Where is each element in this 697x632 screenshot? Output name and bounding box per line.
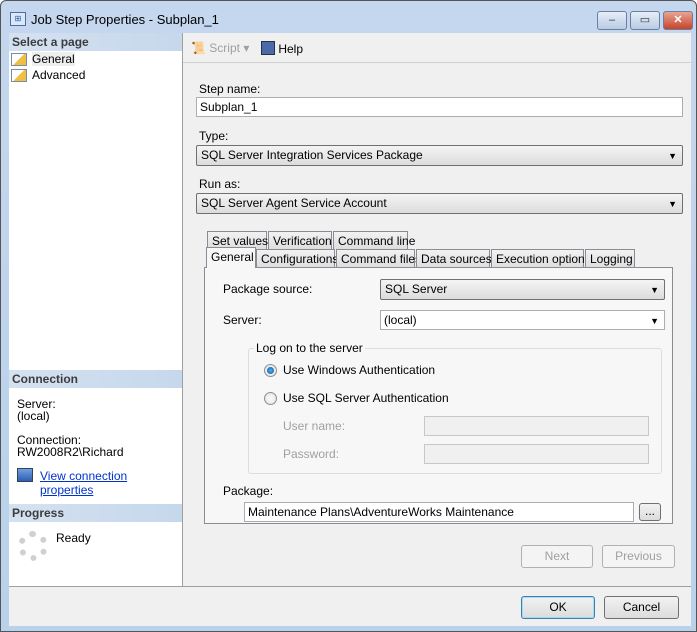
sql-auth-radio[interactable] — [264, 392, 277, 405]
chevron-down-icon: ▼ — [650, 285, 659, 295]
tab-execution-options[interactable]: Execution options — [491, 249, 591, 267]
app-icon: ⊞ — [10, 12, 26, 26]
progress-header: Progress — [9, 504, 182, 522]
script-label: Script — [209, 41, 240, 55]
sidebar: Select a page General Advanced Connectio… — [9, 33, 183, 586]
page-general[interactable]: General — [11, 51, 75, 67]
username-input[interactable] — [424, 416, 649, 436]
next-button[interactable]: Next — [521, 545, 593, 568]
tab-configurations[interactable]: Configurations — [256, 249, 338, 267]
tab-verification[interactable]: Verification — [268, 231, 332, 249]
sql-auth-label[interactable]: Use SQL Server Authentication — [283, 391, 449, 405]
progress-status: Ready — [56, 531, 91, 545]
window-title: Job Step Properties - Subplan_1 — [31, 12, 219, 27]
script-icon: 📜 — [191, 41, 206, 55]
server-combo[interactable]: (local) ▼ — [380, 310, 665, 330]
script-button[interactable]: 📜 Script ▾ — [191, 41, 249, 55]
tab-logging[interactable]: Logging — [585, 249, 635, 267]
ok-button[interactable]: OK — [521, 596, 595, 619]
tab-command-files[interactable]: Command files — [336, 249, 421, 267]
package-source-dropdown[interactable]: SQL Server ▼ — [380, 279, 665, 300]
select-page-header: Select a page — [9, 33, 182, 51]
type-dropdown[interactable]: SQL Server Integration Services Package ▼ — [196, 145, 683, 166]
windows-auth-radio[interactable] — [264, 364, 277, 377]
dialog-window: ⊞ Job Step Properties - Subplan_1 – ▭ ✕ … — [0, 0, 697, 632]
password-input[interactable] — [424, 444, 649, 464]
help-icon — [261, 41, 275, 55]
server-value: (local) — [384, 313, 417, 327]
chevron-down-icon: ▼ — [650, 316, 659, 326]
windows-auth-label[interactable]: Use Windows Authentication — [283, 363, 435, 377]
step-name-label: Step name: — [199, 82, 261, 96]
previous-button[interactable]: Previous — [602, 545, 675, 568]
help-label: Help — [278, 42, 304, 56]
close-button[interactable]: ✕ — [663, 11, 693, 30]
general-tab-panel: Package source: SQL Server ▼ Server: (loc… — [204, 267, 673, 524]
run-as-label: Run as: — [199, 177, 241, 191]
page-label: General — [32, 52, 75, 66]
chevron-down-icon: ▼ — [668, 199, 677, 209]
username-label: User name: — [283, 419, 346, 433]
logon-group: Log on to the server Use Windows Authent… — [248, 341, 662, 474]
package-source-value: SQL Server — [385, 282, 448, 296]
connection-header: Connection — [9, 370, 182, 388]
logon-group-title: Log on to the server — [254, 341, 365, 355]
package-input[interactable]: Maintenance Plans\AdventureWorks Mainten… — [244, 502, 634, 522]
view-connection-properties-link[interactable]: View connection properties — [40, 469, 182, 497]
help-button[interactable]: Help — [261, 41, 303, 56]
run-as-dropdown[interactable]: SQL Server Agent Service Account ▼ — [196, 193, 683, 214]
progress-spinner-icon — [18, 531, 48, 561]
step-name-input[interactable]: Subplan_1 — [196, 97, 683, 117]
package-label: Package: — [223, 484, 274, 498]
connection-value: RW2008R2\Richard — [17, 445, 124, 459]
chevron-down-icon: ▼ — [668, 151, 677, 161]
minimize-button[interactable]: – — [597, 11, 627, 30]
page-label: Advanced — [32, 68, 86, 82]
maximize-button[interactable]: ▭ — [630, 11, 660, 30]
type-value: SQL Server Integration Services Package — [201, 148, 423, 162]
run-as-value: SQL Server Agent Service Account — [201, 196, 387, 210]
connection-properties-icon — [17, 468, 33, 482]
type-label: Type: — [199, 129, 229, 143]
browse-package-button[interactable]: ... — [639, 503, 661, 521]
password-label: Password: — [283, 447, 340, 461]
cancel-button[interactable]: Cancel — [604, 596, 679, 619]
page-icon — [11, 52, 27, 66]
package-source-label: Package source: — [223, 282, 313, 296]
page-advanced[interactable]: Advanced — [11, 67, 85, 83]
server-value: (local) — [17, 409, 50, 423]
tab-data-sources[interactable]: Data sources — [416, 249, 492, 267]
tab-command-line[interactable]: Command line — [333, 231, 415, 249]
tab-general[interactable]: General — [206, 247, 256, 268]
page-icon — [11, 68, 27, 82]
server-label: Server: — [223, 313, 262, 327]
